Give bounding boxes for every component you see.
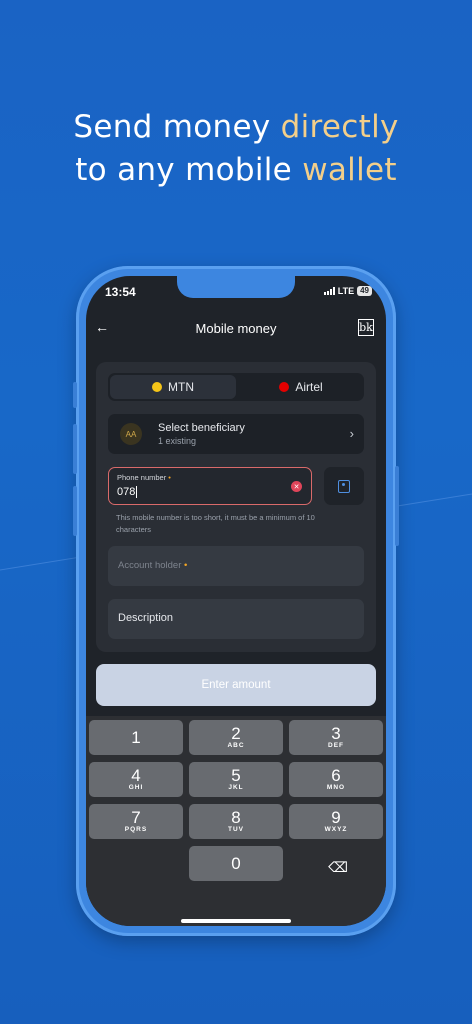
provider-label: MTN	[168, 380, 194, 394]
text-caret	[136, 486, 138, 499]
provider-toggle: MTN Airtel	[108, 373, 364, 401]
headline-accent: directly	[280, 109, 399, 145]
side-button	[73, 382, 77, 408]
key-0[interactable]: 0	[189, 846, 283, 881]
network-label: LTE	[337, 286, 355, 296]
side-button	[73, 424, 77, 474]
key-number: 4	[131, 766, 141, 785]
key-letters: JKL	[228, 784, 244, 791]
headline-accent: wallet	[302, 152, 397, 188]
provider-label: Airtel	[295, 380, 323, 394]
key-number: 2	[231, 724, 241, 743]
headline-text: to any mobile	[75, 152, 303, 188]
phone-screen: 13:54 LTE 49 ← Mobile money bk MTN Airte…	[86, 276, 386, 926]
select-beneficiary-button[interactable]: AA Select beneficiary 1 existing ›	[108, 414, 364, 454]
input-value: 078	[117, 486, 136, 498]
home-indicator	[181, 919, 291, 923]
description-field[interactable]: Description	[108, 599, 364, 639]
notch	[177, 276, 295, 298]
key-letters: GHI	[128, 784, 144, 791]
numeric-keypad: 1 2 ABC 3 DEF 4 GHI 5 JKL 6 MNO 7 PQRS 8 TUV 9W…	[86, 716, 386, 926]
contacts-button[interactable]	[324, 467, 364, 505]
key-7[interactable]: 7 PQRS	[89, 804, 183, 839]
key-number: 3	[331, 724, 341, 743]
key-number: 6	[331, 766, 341, 785]
key-5[interactable]: 5 JKL	[189, 762, 283, 797]
beneficiary-subtitle: 1 existing	[158, 436, 197, 446]
provider-mtn-button[interactable]: MTN	[110, 375, 236, 399]
placeholder-text: Account holder	[118, 560, 182, 571]
key-2[interactable]: 2 ABC	[189, 720, 283, 755]
backspace-icon[interactable]: ⌫	[291, 850, 385, 885]
side-button	[395, 466, 399, 546]
key-3[interactable]: 3 DEF	[289, 720, 383, 755]
enter-amount-button[interactable]: Enter amount	[96, 664, 376, 706]
headline-text: Send money	[73, 109, 281, 145]
required-dot: •	[168, 473, 171, 482]
status-bar-right: LTE 49	[323, 286, 372, 296]
phone-number-input[interactable]: 078	[117, 486, 138, 499]
avatar: AA	[120, 423, 142, 445]
signal-icon	[323, 287, 335, 295]
key-letters: DEF	[328, 742, 344, 749]
key-number: 5	[231, 766, 241, 785]
required-dot: •	[184, 560, 188, 571]
key-letters: PQRS	[124, 826, 148, 833]
account-holder-placeholder: Account holder •	[118, 560, 187, 571]
status-time: 13:54	[105, 285, 136, 299]
account-holder-field[interactable]: Account holder •	[108, 546, 364, 586]
clear-icon[interactable]: ✕	[291, 481, 302, 492]
key-9[interactable]: 9 WXYZ	[289, 804, 383, 839]
airtel-logo-icon	[279, 382, 290, 392]
bk-logo: bk	[358, 319, 374, 336]
phone-error-message: This mobile number is too short, it must…	[116, 513, 315, 534]
battery-icon: 49	[357, 286, 372, 296]
key-letters: MNO	[326, 784, 346, 791]
key-letters: ABC	[227, 742, 245, 749]
key-4[interactable]: 4 GHI	[89, 762, 183, 797]
phone-number-field[interactable]: Phone number • 078 ✕	[108, 467, 312, 505]
chevron-right-icon: ›	[349, 426, 354, 441]
contact-book-icon	[338, 479, 350, 493]
headline: Send money directly to any mobile wallet	[0, 106, 472, 192]
provider-airtel-button[interactable]: Airtel	[238, 375, 364, 399]
description-placeholder: Description	[118, 612, 174, 624]
key-number: 9	[331, 808, 341, 827]
key-8[interactable]: 8 TUV	[189, 804, 283, 839]
key-letters: TUV	[228, 826, 244, 833]
mtn-logo-icon	[152, 382, 162, 392]
page-title: Mobile money	[195, 321, 277, 336]
key-letters: WXYZ	[324, 826, 348, 833]
key-number: 7	[131, 808, 141, 827]
key-number: 8	[231, 808, 241, 827]
phone-number-label: Phone number •	[117, 473, 171, 482]
beneficiary-title: Select beneficiary	[158, 422, 245, 434]
key-6[interactable]: 6 MNO	[289, 762, 383, 797]
key-number: 1	[131, 728, 141, 747]
label-text: Phone number	[117, 473, 167, 482]
key-number: 0	[231, 854, 241, 873]
side-button	[73, 486, 77, 536]
phone-mockup: 13:54 LTE 49 ← Mobile money bk MTN Airte…	[73, 266, 399, 936]
key-1[interactable]: 1	[89, 720, 183, 755]
form-card: MTN Airtel AA Select beneficiary 1 exist…	[96, 362, 376, 652]
